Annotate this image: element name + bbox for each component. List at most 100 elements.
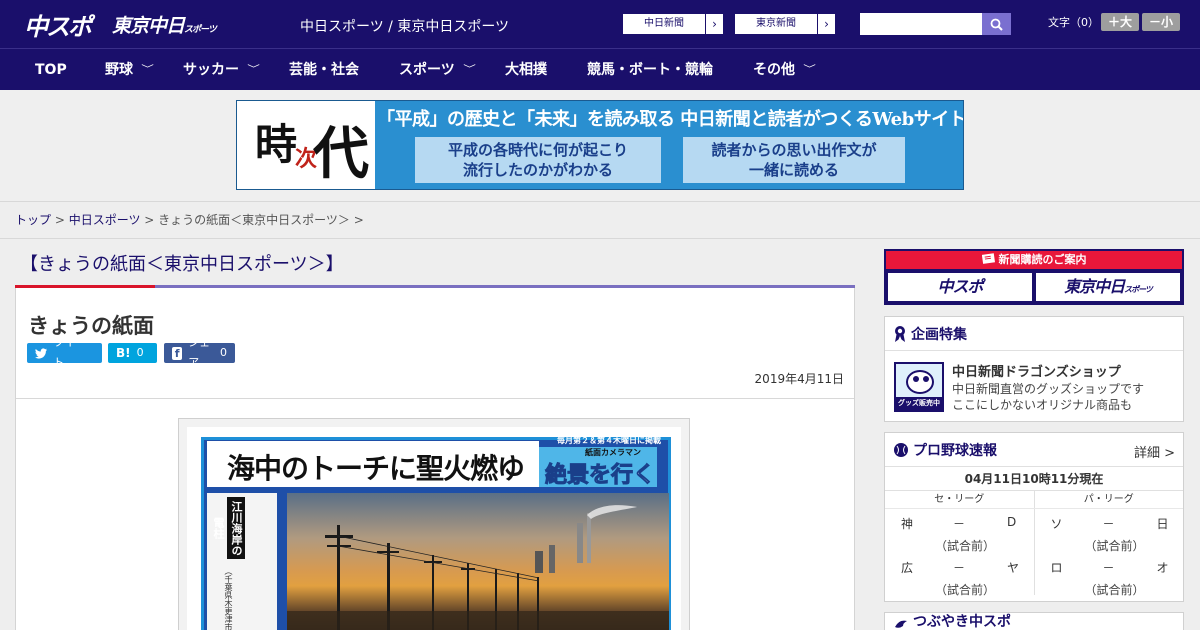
utility-poles-illustration <box>287 505 669 630</box>
facebook-share-button[interactable]: f シェア 0 <box>164 336 235 369</box>
nav-item-soccer[interactable]: サッカー ﹀ <box>183 49 260 91</box>
feature-widget: 企画特集 グッズ販売中 中日新聞ドラゴンズショップ 中日新聞直営のグッズショップ… <box>884 316 1184 422</box>
article: きょうの紙面 ツイート B! 0 f シェア 0 2019年4月11日 海中のト… <box>15 288 855 630</box>
newspaper-headline: 海中のトーチに聖火燃ゆ <box>227 452 525 485</box>
newspaper-column-location: （千葉県木更津市） <box>224 567 233 630</box>
main-nav: TOP 野球 ﹀ サッカー ﹀ 芸能・社会 スポーツ ﹀ 大相撲 競馬・ボート・競輪 … <box>0 48 1200 90</box>
chevron-down-icon: ﹀ <box>462 65 476 75</box>
font-size-label: 文字（0） <box>1048 16 1099 29</box>
nav-item-entertainment[interactable]: 芸能・社会 <box>289 49 359 91</box>
goods-label: グッズ販売中 <box>896 397 942 410</box>
dragons-shop-thumbnail[interactable]: グッズ販売中 <box>894 362 944 412</box>
nav-item-racing[interactable]: 競馬・ボート・競輪 <box>587 49 713 91</box>
game-status: （試合前） <box>1084 539 1145 553</box>
banner-box-right-line2: 一緒に読める <box>748 161 839 179</box>
search-button[interactable] <box>982 13 1011 35</box>
score-dash: － <box>1102 561 1115 575</box>
tokyo-shimbun-label: 東京新聞 <box>756 18 796 29</box>
nav-item-sumo[interactable]: 大相撲 <box>505 49 547 91</box>
game-status: （試合前） <box>1084 583 1145 597</box>
subscribe-tokyo-small: スポーツ <box>1124 285 1153 294</box>
nav-item-sports[interactable]: スポーツ ﹀ <box>399 49 476 91</box>
nav-label: サッカー <box>183 62 239 78</box>
tweet-button[interactable]: ツイート <box>27 336 102 369</box>
site-title: 中日スポーツ / 東京中日スポーツ <box>300 19 510 35</box>
tweets-widget: つぶやき中スポ <box>884 612 1184 630</box>
subscribe-chuspo[interactable]: 中スポ <box>888 273 1032 301</box>
newspaper-image[interactable]: 海中のトーチに聖火燃ゆ 毎月第２＆第４木曜日に掲載 紙面カメラマン 絶景を行く … <box>178 418 690 630</box>
nav-item-other[interactable]: その他 ﹀ <box>753 49 816 91</box>
home-team: ロ <box>1050 561 1063 575</box>
banner-box-left-line2: 流行したのかがわかる <box>462 161 613 179</box>
tweet-label: ツイート <box>53 336 87 369</box>
nav-label: 競馬・ボート・競輪 <box>587 62 713 78</box>
hatena-count: 0 <box>136 346 144 359</box>
banner-headline: 「平成」の歴史と「未来」を読み取る 中日新聞と読者がつくるWebサイト <box>377 109 964 130</box>
home-team: 神 <box>901 517 914 531</box>
tokyo-shimbun-link[interactable]: 東京新聞 › <box>734 13 836 35</box>
banner-box-right-line1: 読者からの思い出作文が <box>711 141 877 159</box>
nav-label: 芸能・社会 <box>289 62 359 78</box>
mascot-eye <box>923 376 929 382</box>
newspaper-zekkei-title: 絶景を行く <box>544 462 656 489</box>
font-larger-button[interactable]: ＋大 <box>1101 13 1139 31</box>
game-status: （試合前） <box>935 539 996 553</box>
feature-widget-header: 企画特集 <box>885 317 1183 351</box>
hatena-bookmark-button[interactable]: B! 0 <box>108 343 157 363</box>
pacific-league-label: パ・リーグ <box>1083 494 1134 505</box>
chunichi-shimbun-link[interactable]: 中日新聞 › <box>622 13 724 35</box>
banner-box-right: 読者からの思い出作文が 一緒に読める <box>683 137 905 183</box>
nav-item-top[interactable]: TOP <box>35 49 67 91</box>
dragons-shop-desc-line1: 中日新聞直営のグッズショップです <box>952 382 1145 396</box>
away-team: ヤ <box>1007 561 1020 575</box>
nav-label: TOP <box>35 62 67 78</box>
game-item[interactable]: 神 － D （試合前） <box>885 509 1034 553</box>
twitter-icon <box>35 347 48 359</box>
bird-icon <box>895 620 907 628</box>
game-item[interactable]: ロ － オ （試合前） <box>1035 553 1184 597</box>
breadcrumb: トップ > 中日スポーツ > きょうの紙面＜東京中日スポーツ＞ > <box>15 211 364 228</box>
subscribe-tokyo-label: 東京中日 <box>1064 277 1125 296</box>
breadcrumb-sep: > <box>51 213 69 227</box>
article-date: 2019年4月11日 <box>754 372 844 386</box>
font-smaller-button[interactable]: －小 <box>1142 13 1180 31</box>
baseball-heading: プロ野球速報 <box>913 442 997 459</box>
away-team: オ <box>1156 561 1169 575</box>
baseball-details-link[interactable]: 詳細 > <box>1134 442 1175 461</box>
breadcrumb-chunichi-sports[interactable]: 中日スポーツ <box>69 213 141 227</box>
jidai-banner-ad[interactable]: 時 次 代 「平成」の歴史と「未来」を読み取る 中日新聞と読者がつくるWebサイ… <box>236 100 964 190</box>
tokyo-chunichi-logo[interactable]: 東京中日スポーツ <box>112 11 217 38</box>
dragons-shop-desc-line2: ここにしかないオリジナル商品も <box>952 398 1133 412</box>
nav-label: 野球 <box>105 62 133 78</box>
subscribe-tokyo-chunichi[interactable]: 東京中日スポーツ <box>1036 273 1180 301</box>
central-league-label: セ・リーグ <box>885 491 1035 508</box>
newspaper-page: 海中のトーチに聖火燃ゆ 毎月第２＆第４木曜日に掲載 紙面カメラマン 絶景を行く … <box>187 427 681 630</box>
chuspo-logo[interactable]: 中スポ <box>24 7 92 42</box>
nav-label: その他 <box>753 62 795 78</box>
home-team: 広 <box>901 561 914 575</box>
search-input[interactable] <box>860 13 982 35</box>
article-divider <box>16 398 854 399</box>
central-games: 神 － D （試合前） 広 － ヤ （試合前） <box>885 509 1035 597</box>
chevron-right-icon: › <box>705 14 723 34</box>
facebook-count: 0 <box>220 346 227 359</box>
baseball-score-widget: プロ野球速報 詳細 > 04月11日10時11分現在 セ・リーグ パ・リーグ 神… <box>884 432 1184 602</box>
jidai-char-3: 代 <box>313 121 369 187</box>
game-item[interactable]: 広 － ヤ （試合前） <box>885 553 1034 597</box>
away-team: D <box>1007 515 1017 529</box>
banner-box-left: 平成の各時代に何が起こり 流行したのかがわかる <box>415 137 661 183</box>
game-item[interactable]: ソ － 日 （試合前） <box>1035 509 1184 553</box>
tweets-widget-header: つぶやき中スポ <box>885 613 1183 630</box>
nav-item-baseball[interactable]: 野球 ﹀ <box>105 49 154 91</box>
score-dash: － <box>1102 517 1115 531</box>
subscription-ad[interactable]: 新聞購読のご案内 中スポ 東京中日スポーツ <box>884 249 1184 305</box>
away-team: 日 <box>1156 517 1169 531</box>
breadcrumb-top[interactable]: トップ <box>15 213 51 227</box>
tweets-heading: つぶやき中スポ <box>913 614 1011 630</box>
nav-label: 大相撲 <box>505 62 547 78</box>
banner-box-left-line1: 平成の各時代に何が起こり <box>447 141 628 159</box>
facebook-icon: f <box>172 346 183 360</box>
newspaper-icon <box>981 253 995 264</box>
home-team: ソ <box>1050 517 1063 531</box>
dragons-shop-title[interactable]: 中日新聞ドラゴンズショップ <box>952 361 1121 380</box>
